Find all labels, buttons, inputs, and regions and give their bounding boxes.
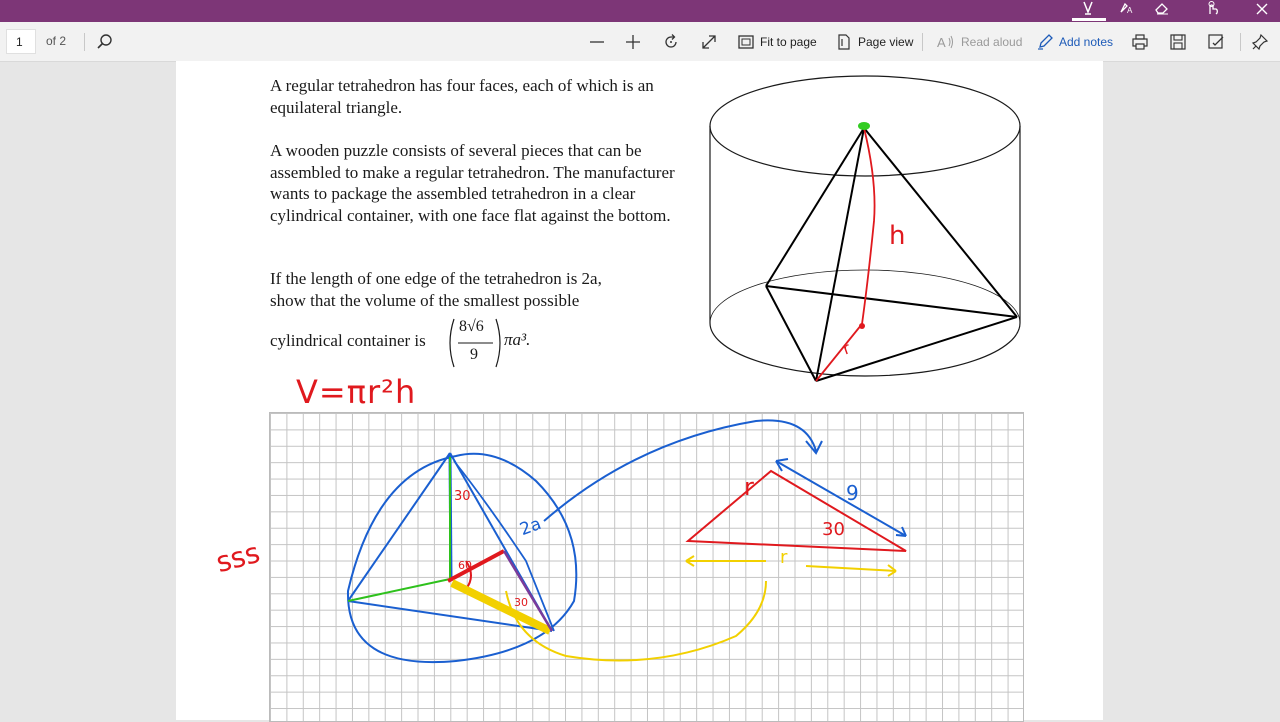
- zoom-out-button[interactable]: [588, 22, 606, 61]
- fit-page-icon: [738, 34, 754, 49]
- page-number-input[interactable]: 1: [6, 29, 36, 54]
- save-icon: [1170, 33, 1186, 50]
- fraction-denominator: 9: [470, 346, 478, 363]
- draw-active-indicator: [1072, 18, 1106, 21]
- cylinder-tetrahedron-diagram: [709, 75, 1021, 382]
- paragraph-3-line-2: show that the volume of the smallest pos…: [270, 291, 580, 310]
- add-notes-button[interactable]: Add notes: [1037, 22, 1113, 61]
- save-button[interactable]: [1169, 22, 1187, 61]
- height-label: h: [889, 221, 906, 251]
- fit-to-page-label: Fit to page: [760, 34, 817, 49]
- fit-to-page-button[interactable]: Fit to page: [738, 22, 817, 61]
- plus-icon: [626, 34, 640, 49]
- pen-icon: [1038, 33, 1053, 50]
- more-tools-button[interactable]: [1251, 22, 1269, 61]
- paragraph-2: A wooden puzzle consists of several piec…: [270, 141, 675, 225]
- bottom-r-label: r: [780, 547, 788, 568]
- search-button[interactable]: [96, 22, 114, 61]
- triangle-9-label: 9: [846, 481, 859, 505]
- add-notes-label: Add notes: [1059, 34, 1114, 49]
- rotate-button[interactable]: [662, 22, 680, 61]
- print-icon: [1132, 33, 1148, 50]
- volume-fraction: 8√6 9 πa³.: [446, 315, 626, 371]
- read-aloud-label: Read aloud: [961, 34, 1023, 49]
- fullscreen-button[interactable]: [700, 22, 718, 61]
- page-view-button[interactable]: Page view: [836, 22, 913, 61]
- paragraph-3-line-1: If the length of one edge of the tetrahe…: [270, 269, 602, 288]
- angle-30-label: 30: [454, 489, 471, 504]
- page-view-label: Page view: [858, 34, 914, 49]
- paragraph-1: A regular tetrahedron has four faces, ea…: [270, 76, 654, 117]
- angle-30b-label: 30: [514, 596, 528, 609]
- title-bar: A: [0, 0, 1280, 22]
- rotate-icon: [665, 33, 677, 48]
- pin-icon: [1251, 33, 1269, 50]
- expand-icon: [702, 34, 716, 49]
- fraction-tail: πa³.: [504, 330, 531, 349]
- highlight-icon[interactable]: A: [1108, 0, 1144, 22]
- divider: [84, 33, 85, 51]
- read-aloud-button[interactable]: A Read aloud: [937, 22, 1022, 61]
- page-view-icon: [838, 33, 850, 50]
- divider: [1240, 33, 1241, 51]
- page-count: of 2: [46, 34, 67, 48]
- sss-note: sss: [212, 535, 264, 580]
- volume-formula-handwritten: V=πr²h: [296, 373, 417, 411]
- touch-writing-icon[interactable]: [1194, 0, 1230, 22]
- save-as-button[interactable]: [1207, 22, 1225, 61]
- minus-icon: [590, 40, 604, 43]
- divider: [922, 33, 923, 51]
- svg-text:A: A: [1127, 6, 1133, 15]
- handwritten-tetrahedron-sketch: [346, 419, 907, 664]
- zoom-in-button[interactable]: [624, 22, 642, 61]
- print-button[interactable]: [1131, 22, 1149, 61]
- paragraph-3-line-3: cylindrical container is: [270, 331, 426, 350]
- pdf-page: A regular tetrahedron has four faces, ea…: [176, 61, 1103, 722]
- angle-60-label: 60: [458, 559, 472, 572]
- eraser-icon[interactable]: [1144, 0, 1180, 22]
- close-icon[interactable]: [1244, 0, 1280, 22]
- search-icon: [97, 33, 112, 49]
- reader-toolbar: 1 of 2 Fit to page Page view A Read alou…: [0, 22, 1280, 62]
- fraction-numerator: 8√6: [459, 318, 484, 335]
- triangle-30-label: 30: [822, 519, 845, 540]
- svg-text:A: A: [937, 35, 946, 50]
- save-as-icon: [1208, 33, 1224, 49]
- read-aloud-icon: A: [937, 35, 953, 50]
- triangle-r-label: r: [744, 473, 754, 501]
